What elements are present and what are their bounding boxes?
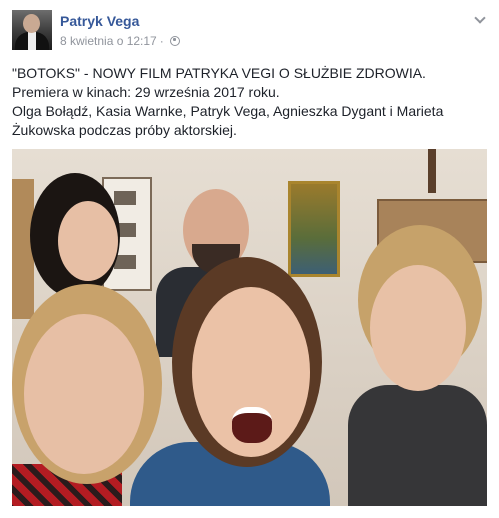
photo-cross <box>428 149 436 193</box>
author-name[interactable]: Patryk Vega <box>60 13 139 29</box>
person-figure <box>348 225 487 506</box>
post-text-line: "BOTOKS" - NOWY FILM PATRYKA VEGI O SŁUŻ… <box>12 65 426 81</box>
meta-separator: · <box>159 34 164 48</box>
facebook-post: Patryk Vega 8 kwietnia o 12:17 · "BOTOKS"… <box>0 0 499 518</box>
post-text: "BOTOKS" - NOWY FILM PATRYKA VEGI O SŁUŻ… <box>12 64 482 140</box>
person-figure <box>130 257 330 506</box>
post-text-line: Olga Bołądź, Kasia Warnke, Patryk Vega, … <box>12 103 444 119</box>
post-text-line: Żukowska podczas próby aktorskiej. <box>12 122 237 138</box>
post-text-line: Premiera w kinach: 29 września 2017 roku… <box>12 84 280 100</box>
avatar[interactable] <box>12 10 52 50</box>
globe-icon[interactable] <box>169 36 180 46</box>
chevron-down-icon[interactable] <box>475 14 485 24</box>
post-timestamp[interactable]: 8 kwietnia o 12:17 <box>60 34 157 48</box>
post-meta: 8 kwietnia o 12:17 · <box>60 34 180 48</box>
post-header: Patryk Vega 8 kwietnia o 12:17 · <box>12 10 487 52</box>
post-photo[interactable] <box>12 149 487 506</box>
